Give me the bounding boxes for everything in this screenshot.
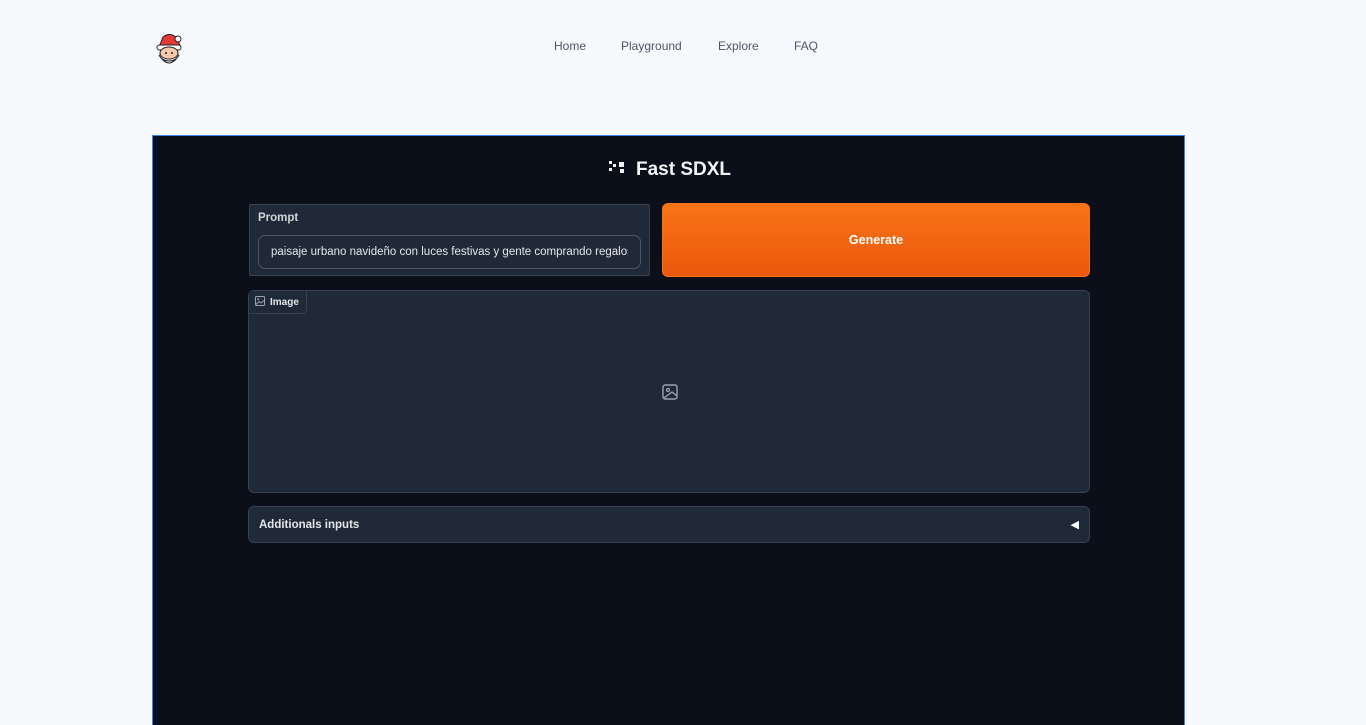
sparkle-icon bbox=[608, 159, 626, 181]
image-output: Image bbox=[248, 290, 1090, 493]
nav-home-link[interactable]: Home bbox=[554, 39, 586, 53]
additional-inputs-accordion[interactable]: Additionals inputs ◀ bbox=[248, 506, 1090, 543]
prompt-panel: Prompt bbox=[249, 204, 650, 276]
prompt-label: Prompt bbox=[258, 212, 299, 224]
accordion-label: Additionals inputs bbox=[259, 518, 360, 531]
nav-playground-link[interactable]: Playground bbox=[621, 39, 682, 53]
app-title: Fast SDXL bbox=[153, 158, 1186, 182]
nav-explore-link[interactable]: Explore bbox=[718, 39, 759, 53]
nav-faq-link[interactable]: FAQ bbox=[794, 39, 818, 53]
generate-button[interactable]: Generate bbox=[662, 203, 1090, 277]
caret-left-icon[interactable]: ◀ bbox=[1071, 518, 1079, 531]
top-navigation-bar: Home Playground Explore FAQ bbox=[0, 0, 1366, 92]
sdxl-app-panel: Fast SDXL Prompt Generate Image bbox=[152, 135, 1185, 725]
image-label-text: Image bbox=[270, 296, 299, 308]
image-icon bbox=[255, 295, 265, 309]
image-placeholder-icon bbox=[661, 383, 679, 401]
app-title-text: Fast SDXL bbox=[635, 159, 732, 180]
main-nav: Home Playground Explore FAQ bbox=[0, 39, 1366, 55]
prompt-input[interactable] bbox=[258, 235, 641, 269]
image-label-tag: Image bbox=[249, 291, 307, 314]
